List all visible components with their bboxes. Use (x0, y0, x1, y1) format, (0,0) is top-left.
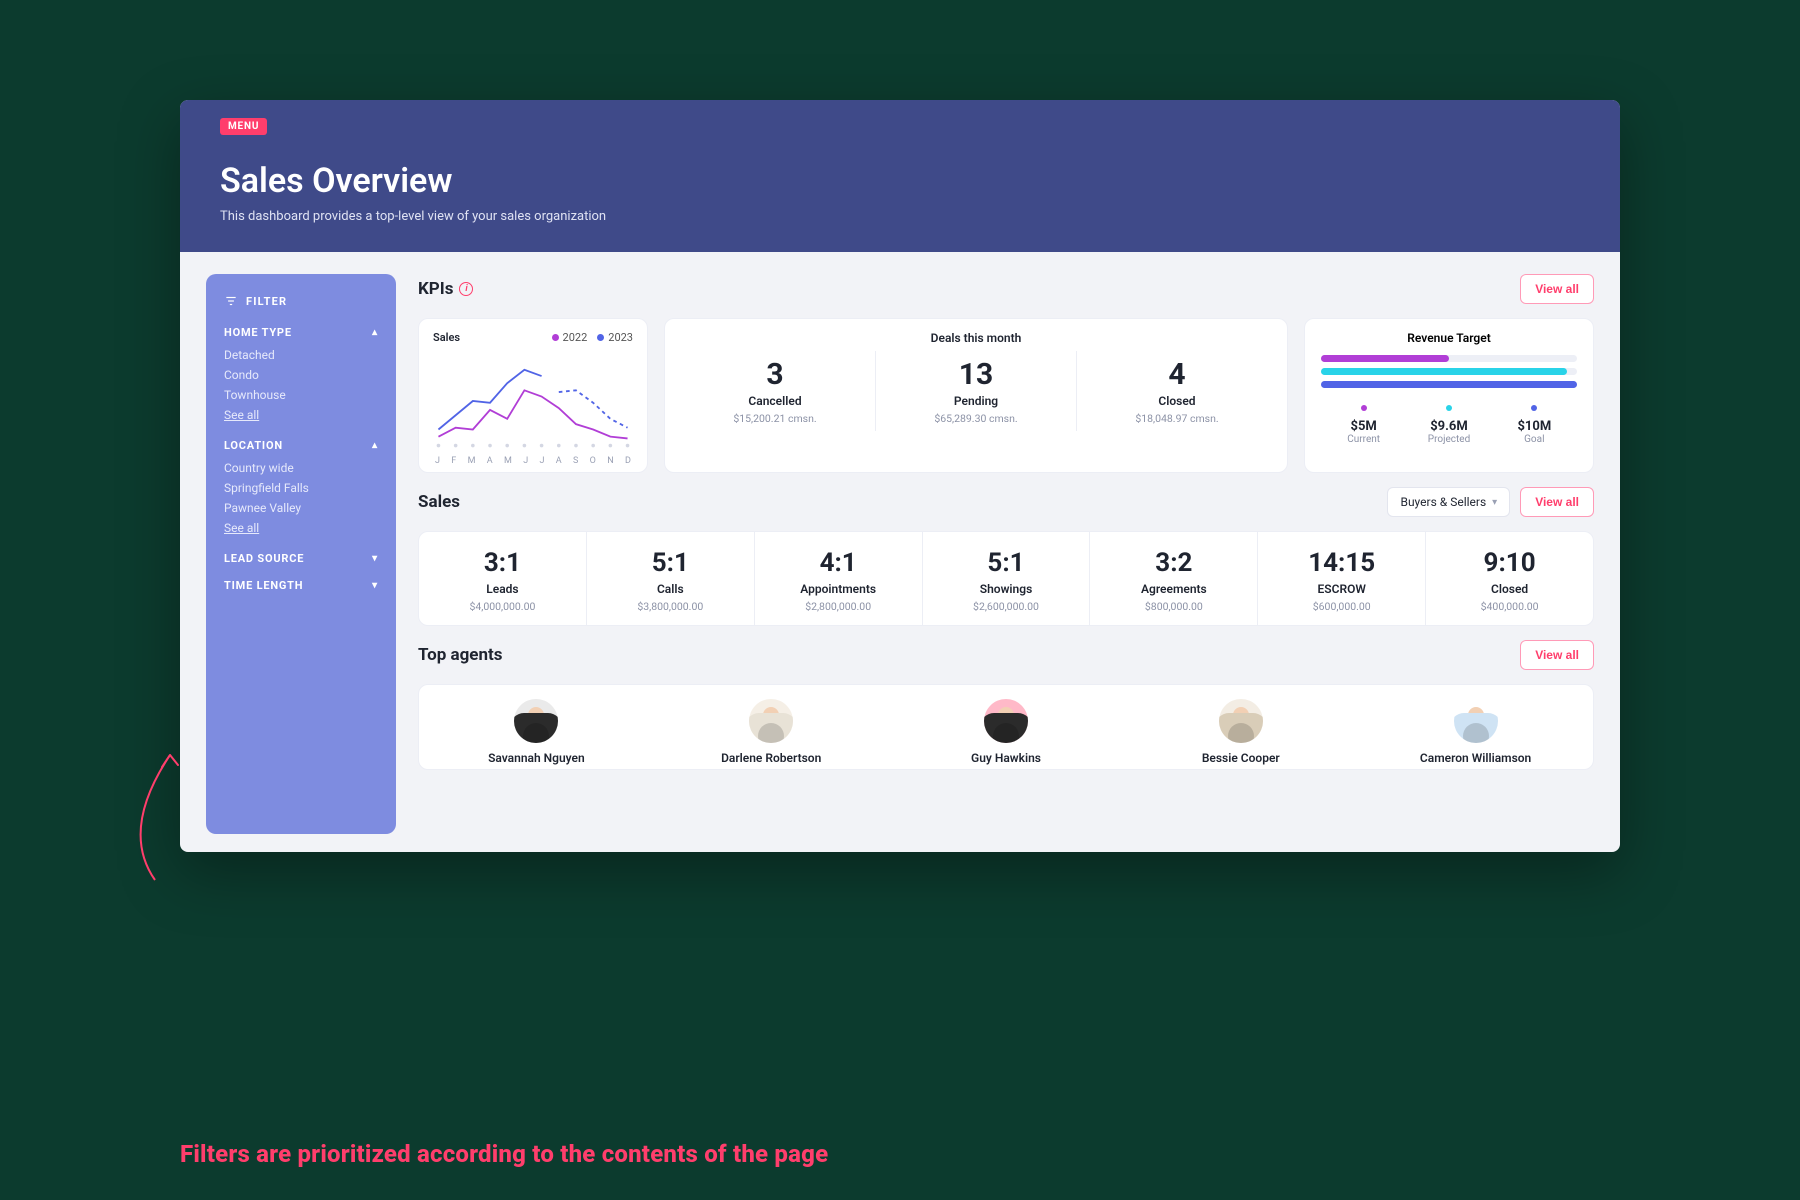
sales-stage: 5:1Calls$3,800,000.00 (586, 532, 754, 625)
agents-view-all-button[interactable]: View all (1520, 640, 1594, 670)
kpi-row: Sales 2022 2023 J F M A M J J A S O N D Deals this m… (418, 318, 1594, 473)
deal-stat: 13Pending$65,289.30 cmsn. (875, 351, 1076, 431)
avatar (514, 699, 558, 743)
chevron-down-icon: ▾ (372, 553, 378, 564)
info-icon[interactable]: i (459, 282, 473, 296)
x-axis-tick: D (625, 456, 631, 466)
filter-see-all-link[interactable]: See all (224, 405, 378, 425)
page-body: FILTER HOME TYPE▴DetachedCondoTownhouseS… (180, 252, 1620, 852)
filter-option[interactable]: Condo (224, 365, 378, 385)
progress-bar (1321, 368, 1577, 375)
legend-item: 2023 (597, 331, 633, 344)
revenue-title: Revenue Target (1321, 331, 1577, 345)
x-axis-tick: S (573, 456, 578, 466)
app-window: MENU Sales Overview This dashboard provi… (180, 100, 1620, 852)
x-axis-tick: A (556, 456, 562, 466)
sales-view-all-button[interactable]: View all (1520, 487, 1594, 517)
filter-sidebar: FILTER HOME TYPE▴DetachedCondoTownhouseS… (206, 274, 396, 834)
agent-card[interactable]: Darlene Robertson (654, 685, 889, 769)
agent-card[interactable]: Guy Hawkins (889, 685, 1124, 769)
x-axis-tick: J (523, 456, 528, 466)
sales-funnel-card: 3:1Leads$4,000,000.005:1Calls$3,800,000.… (418, 531, 1594, 626)
x-axis-tick: A (487, 456, 493, 466)
progress-bar (1321, 381, 1577, 388)
top-agents-card: Savannah NguyenDarlene RobertsonGuy Hawk… (418, 684, 1594, 770)
deal-stat: 3Cancelled$15,200.21 cmsn. (675, 351, 875, 431)
chevron-up-icon: ▴ (372, 440, 378, 451)
x-axis-tick: M (504, 456, 512, 466)
filter-option[interactable]: Townhouse (224, 385, 378, 405)
agents-section-header: Top agents View all (418, 640, 1594, 670)
avatar (1454, 699, 1498, 743)
filter-group-toggle[interactable]: LEAD SOURCE▾ (224, 552, 378, 565)
filter-group-toggle[interactable]: LOCATION▴ (224, 439, 378, 452)
filter-option[interactable]: Detached (224, 345, 378, 365)
page-subtitle: This dashboard provides a top-level view… (220, 209, 1602, 224)
x-axis-tick: J (435, 456, 440, 466)
filter-group: TIME LENGTH▾ (224, 579, 378, 592)
kpi-view-all-button[interactable]: View all (1520, 274, 1594, 304)
x-axis-tick: O (590, 456, 596, 466)
legend-item: 2022 (552, 331, 588, 344)
sales-heading: Sales (418, 492, 460, 512)
sales-line-chart (433, 346, 633, 456)
avatar (749, 699, 793, 743)
deal-stat: 4Closed$18,048.97 cmsn. (1076, 351, 1277, 431)
sales-stage: 9:10Closed$400,000.00 (1425, 532, 1593, 625)
filter-label: FILTER (246, 295, 287, 308)
revenue-target-card: Revenue Target $5MCurrent$9.6MProjected$… (1304, 318, 1594, 473)
filter-group: LEAD SOURCE▾ (224, 552, 378, 565)
avatar (1219, 699, 1263, 743)
sales-stage: 3:2Agreements$800,000.00 (1089, 532, 1257, 625)
chevron-down-icon: ▾ (372, 580, 378, 591)
filter-group-toggle[interactable]: HOME TYPE▴ (224, 326, 378, 339)
filter-heading: FILTER (224, 294, 378, 308)
filter-group: LOCATION▴ Country wideSpringfield FallsPa… (224, 439, 378, 538)
menu-button[interactable]: MENU (220, 118, 267, 135)
filter-icon (224, 294, 238, 308)
revenue-legend-item: $5MCurrent (1321, 400, 1406, 445)
progress-bar (1321, 355, 1577, 362)
agent-card[interactable]: Cameron Williamson (1358, 685, 1593, 769)
main-content: KPIs i View all Sales 2022 2023 J F M A M (418, 274, 1594, 834)
sales-filter-dropdown[interactable]: Buyers & Sellers ▾ (1387, 487, 1510, 517)
sales-stage: 14:15ESCROW$600,000.00 (1257, 532, 1425, 625)
kpi-heading-text: KPIs (418, 279, 453, 299)
sales-stage: 4:1Appointments$2,800,000.00 (754, 532, 922, 625)
sales-stage: 3:1Leads$4,000,000.00 (419, 532, 586, 625)
revenue-legend-item: $10MGoal (1492, 400, 1577, 445)
filter-group-toggle[interactable]: TIME LENGTH▾ (224, 579, 378, 592)
kpi-heading: KPIs i (418, 279, 473, 299)
sales-chart-title: Sales (433, 331, 460, 344)
deals-title: Deals this month (675, 331, 1277, 345)
chevron-up-icon: ▴ (372, 327, 378, 338)
deals-card: Deals this month 3Cancelled$15,200.21 cm… (664, 318, 1288, 473)
agent-card[interactable]: Bessie Cooper (1123, 685, 1358, 769)
page-header: MENU Sales Overview This dashboard provi… (180, 100, 1620, 252)
x-axis-tick: M (468, 456, 476, 466)
chevron-down-icon: ▾ (1492, 497, 1497, 508)
avatar (984, 699, 1028, 743)
annotation-text: Filters are prioritized according to the… (180, 1140, 828, 1168)
x-axis-tick: J (539, 456, 544, 466)
agents-heading: Top agents (418, 645, 503, 665)
x-axis-tick: N (607, 456, 613, 466)
filter-option[interactable]: Country wide (224, 458, 378, 478)
sales-dropdown-label: Buyers & Sellers (1400, 495, 1486, 509)
kpi-section-header: KPIs i View all (418, 274, 1594, 304)
sales-section-header: Sales Buyers & Sellers ▾ View all (418, 487, 1594, 517)
filter-group: HOME TYPE▴ DetachedCondoTownhouseSee all (224, 326, 378, 425)
filter-option[interactable]: Springfield Falls (224, 478, 378, 498)
filter-option[interactable]: Pawnee Valley (224, 498, 378, 518)
x-axis-tick: F (451, 456, 456, 466)
filter-see-all-link[interactable]: See all (224, 518, 378, 538)
sales-stage: 5:1Showings$2,600,000.00 (922, 532, 1090, 625)
sales-chart-card: Sales 2022 2023 J F M A M J J A S O N D (418, 318, 648, 473)
agent-card[interactable]: Savannah Nguyen (419, 685, 654, 769)
revenue-legend-item: $9.6MProjected (1406, 400, 1491, 445)
page-title: Sales Overview (220, 161, 1602, 201)
